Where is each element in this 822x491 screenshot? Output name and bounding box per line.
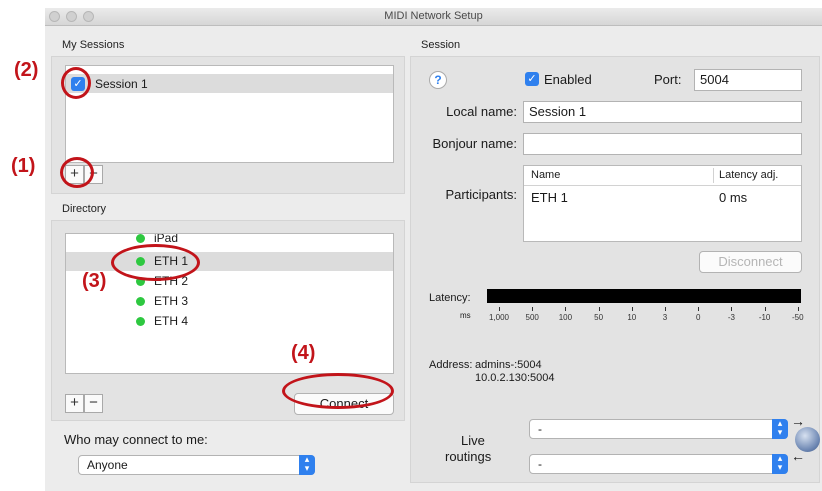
list-item[interactable]: ETH 2 — [66, 272, 393, 291]
chevron-up-down-icon: ▴ ▾ — [772, 419, 788, 439]
disconnect-button[interactable]: Disconnect — [699, 251, 802, 273]
participants-table: Name Latency adj. ETH 1 0 ms — [523, 165, 802, 242]
routing-in-select[interactable]: - ▴ ▾ — [529, 419, 788, 439]
list-item[interactable]: iPad — [66, 234, 393, 248]
latency-tick-mark — [764, 307, 766, 311]
title-bar: MIDI Network Setup — [45, 8, 822, 26]
annotation-ring-4 — [282, 373, 394, 409]
my-sessions-header: My Sessions — [62, 39, 125, 51]
latency-tick-label: -10 — [758, 313, 771, 322]
participants-header-row: Name Latency adj. — [524, 166, 801, 186]
window-title: MIDI Network Setup — [384, 10, 483, 22]
latency-meter — [487, 289, 801, 303]
latency-tick-mark — [665, 307, 666, 311]
bonjour-name-label: Bonjour name: — [432, 136, 517, 151]
online-status-dot — [136, 317, 145, 326]
sessions-list: ✓ Session 1 — [65, 65, 394, 163]
latency-tick-label: 1,000 — [488, 313, 510, 322]
list-item[interactable]: ✓ Session 1 — [66, 74, 393, 93]
participant-latency: 0 ms — [719, 190, 748, 205]
table-row[interactable]: ETH 1 0 ms — [524, 188, 801, 206]
enabled-label: Enabled — [544, 72, 592, 87]
routing-out-select[interactable]: - ▴ ▾ — [529, 454, 788, 474]
latency-tick-mark — [698, 307, 700, 311]
participants-label: Participants: — [445, 187, 517, 202]
session-header: Session — [421, 39, 461, 51]
annotation-label-2: (2) — [14, 59, 39, 81]
live-routings-label: Live — [461, 433, 485, 448]
latency-tick-mark — [499, 307, 500, 311]
who-may-connect-label: Who may connect to me: — [64, 432, 208, 447]
latency-tick-mark — [532, 307, 534, 311]
annotation-label-3: (3) — [82, 270, 107, 292]
session-group: ? ✓ Enabled Port: 5004 Local name: Sessi… — [410, 56, 820, 483]
network-globe-icon — [795, 427, 820, 452]
latency-tick-mark — [631, 307, 633, 311]
latency-unit: ms — [460, 311, 471, 320]
annotation-ring-2 — [61, 67, 91, 99]
online-status-dot — [136, 297, 145, 306]
who-may-connect-select[interactable]: Anyone ▴ ▾ — [78, 455, 315, 475]
annotation-ring-1 — [60, 157, 94, 188]
enabled-checkbox[interactable]: ✓ — [525, 72, 539, 86]
annotation-ring-3 — [111, 244, 200, 281]
directory-header: Directory — [62, 203, 107, 215]
local-name-field[interactable]: Session 1 — [523, 101, 802, 123]
port-field[interactable]: 5004 — [694, 69, 802, 91]
directory-item-label: ETH 3 — [154, 294, 189, 308]
column-divider — [713, 168, 714, 183]
latency-tick-label: -50 — [792, 313, 804, 322]
add-directory-button[interactable]: + — [65, 394, 84, 413]
column-header-latency[interactable]: Latency adj. — [719, 169, 778, 181]
latency-tick-label: 500 — [525, 313, 539, 322]
port-label: Port: — [654, 72, 682, 87]
latency-label: Latency: — [429, 292, 471, 304]
chevron-up-down-icon: ▴ ▾ — [772, 454, 788, 474]
chevron-up-down-icon: ▴ ▾ — [299, 455, 315, 475]
address-line-2: 10.0.2.130:5004 — [475, 372, 555, 384]
my-sessions-group: ✓ Session 1 + − — [51, 56, 405, 194]
live-routings-label-2: routings — [445, 449, 492, 464]
latency-tick-mark — [598, 307, 600, 311]
who-may-connect-value: Anyone — [87, 458, 128, 472]
address-line-1: admins-:5004 — [475, 359, 542, 371]
latency-tick-label: 3 — [662, 313, 668, 322]
bonjour-name-field[interactable] — [523, 133, 802, 155]
help-button[interactable]: ? — [429, 71, 447, 89]
latency-tick-label: 10 — [627, 313, 637, 322]
latency-tick-mark — [565, 307, 567, 311]
remove-directory-button[interactable]: − — [84, 394, 103, 413]
latency-tick-mark — [797, 307, 799, 311]
local-name-label: Local name: — [446, 104, 517, 119]
participant-name: ETH 1 — [531, 190, 568, 205]
address-label: Address: — [429, 359, 473, 371]
directory-item-label: ETH 4 — [154, 314, 189, 328]
latency-tick-label: -3 — [727, 313, 735, 322]
annotation-label-1: (1) — [11, 155, 36, 177]
list-item[interactable]: ETH 4 — [66, 312, 393, 331]
routing-in-value: - — [538, 422, 542, 436]
annotation-label-4: (4) — [291, 342, 316, 364]
latency-tick-label: 100 — [558, 313, 573, 322]
column-header-name[interactable]: Name — [531, 169, 560, 181]
latency-tick-label: 0 — [695, 313, 701, 322]
latency-tick-mark — [731, 307, 733, 311]
latency-tick-label: 50 — [594, 313, 604, 322]
list-item[interactable]: ETH 3 — [66, 292, 393, 311]
routing-out-value: - — [538, 457, 542, 471]
online-status-dot — [136, 234, 145, 243]
session-name: Session 1 — [95, 77, 148, 91]
